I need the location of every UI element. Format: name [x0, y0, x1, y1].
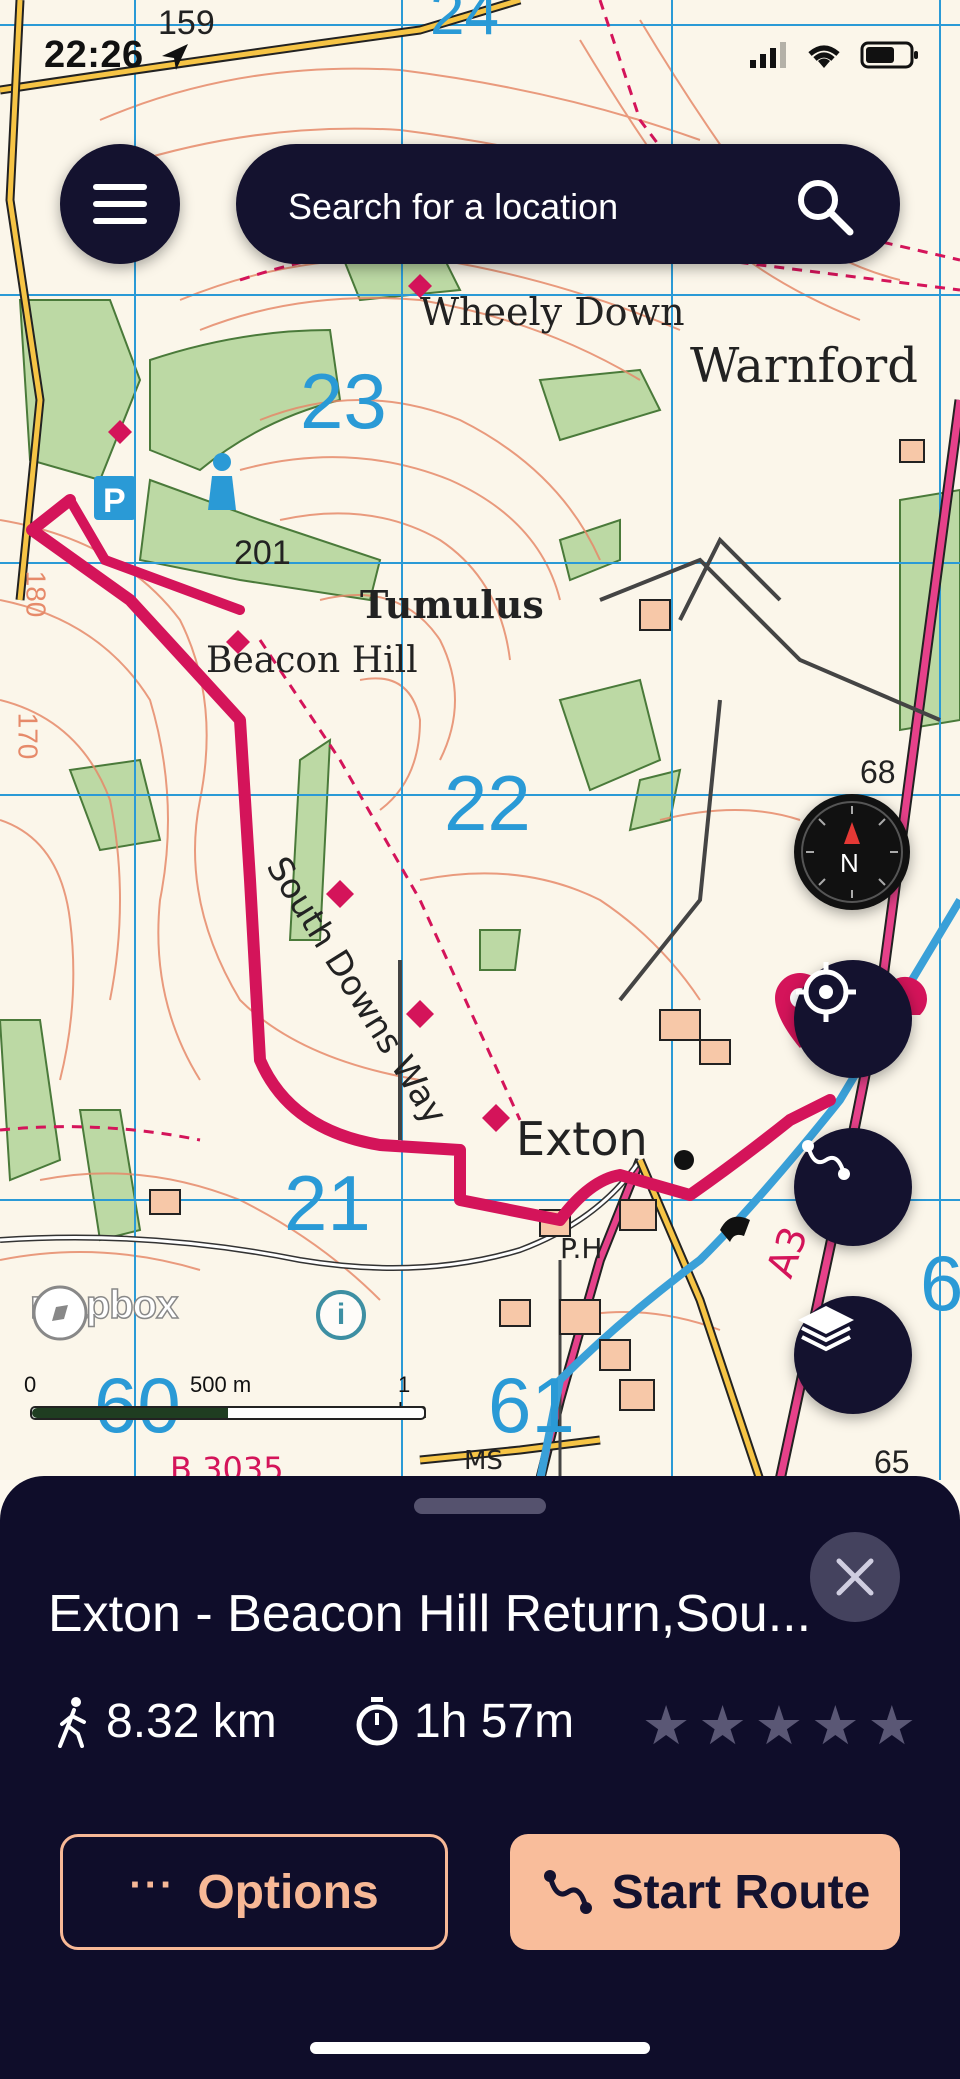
- label-tumulus: Tumulus: [360, 582, 544, 627]
- start-route-button[interactable]: Start Route: [510, 1834, 900, 1950]
- start-route-label: Start Route: [611, 1865, 871, 1919]
- distance-value: 8.32 km: [106, 1695, 277, 1748]
- options-button[interactable]: ··· Options: [60, 1834, 448, 1950]
- layers-icon: [798, 1306, 854, 1352]
- star-icon[interactable]: ★: [811, 1696, 859, 1756]
- grid-number: 62: [920, 1239, 960, 1327]
- route-stats: 8.32 km 1h 57m ★ ★ ★ ★ ★: [56, 1694, 916, 1764]
- crosshair-icon: [796, 962, 856, 1022]
- status-time: 22:26: [44, 34, 144, 76]
- wifi-icon: [808, 45, 840, 68]
- route-icon: [543, 1870, 592, 1914]
- compass-button[interactable]: N: [794, 794, 910, 910]
- compass-label: N: [840, 848, 859, 878]
- duration-value: 1h 57m: [414, 1695, 575, 1748]
- height-label: 68: [860, 754, 896, 790]
- pub-marker: [674, 1150, 694, 1170]
- star-icon[interactable]: ★: [642, 1696, 690, 1756]
- grid-number: 21: [284, 1159, 371, 1247]
- label-ph: P.H: [560, 1232, 603, 1265]
- height-label: 170: [12, 712, 44, 760]
- height-label: 201: [234, 534, 291, 572]
- scale-fill: [32, 1408, 228, 1418]
- status-bar: 22:26: [0, 0, 960, 100]
- grid-number: 22: [444, 759, 531, 847]
- status-icons: [750, 40, 920, 70]
- options-label: Options: [197, 1865, 379, 1919]
- label-exton: Exton: [516, 1112, 648, 1166]
- walking-icon: [58, 1696, 86, 1748]
- battery-icon: [860, 41, 918, 69]
- height-label: 65: [874, 1444, 910, 1480]
- distance-stat: 8.32 km: [56, 1694, 277, 1749]
- star-rating[interactable]: ★ ★ ★ ★ ★: [642, 1696, 916, 1756]
- height-label: 180: [20, 570, 52, 618]
- locate-me-button[interactable]: [794, 960, 912, 1078]
- search-bar[interactable]: Search for a location: [236, 144, 900, 264]
- scale-label-zero: 0: [24, 1372, 37, 1397]
- sheet-drag-handle[interactable]: [414, 1498, 546, 1514]
- svg-text:P: P: [103, 482, 126, 520]
- search-input[interactable]: Search for a location: [288, 186, 618, 228]
- label-beacon-hill: Beacon Hill: [206, 640, 418, 681]
- route-title: Exton - Beacon Hill Return,Sou...: [48, 1585, 812, 1643]
- home-indicator[interactable]: [310, 2042, 650, 2054]
- signal-icon: [750, 42, 786, 68]
- hamburger-icon: [93, 184, 147, 190]
- star-icon[interactable]: ★: [868, 1696, 916, 1756]
- walker-viewpoint-icon: [213, 453, 231, 471]
- scale-label-mid: 500 m: [190, 1372, 252, 1397]
- route-detail-sheet[interactable]: Exton - Beacon Hill Return,Sou... 8.32 k…: [0, 1476, 960, 2079]
- mapbox-logo[interactable]: mapbox: [29, 1282, 179, 1341]
- stopwatch-icon: [356, 1696, 398, 1745]
- label-warnford: Warnford: [690, 338, 918, 394]
- grid-number: 61: [488, 1361, 575, 1449]
- search-icon[interactable]: [792, 174, 856, 238]
- route-view-button[interactable]: [794, 1128, 912, 1246]
- duration-stat: 1h 57m: [354, 1694, 574, 1749]
- attribution-info-button[interactable]: i: [316, 1290, 366, 1340]
- route-icon: [802, 1140, 850, 1180]
- more-dots-icon: ···: [129, 1862, 176, 1907]
- grid-number: 23: [300, 357, 387, 445]
- map-layers-button[interactable]: [794, 1296, 912, 1414]
- menu-button[interactable]: [60, 144, 180, 264]
- scale-track: [30, 1406, 426, 1420]
- star-icon[interactable]: ★: [755, 1696, 803, 1756]
- mapbox-icon: [32, 1285, 88, 1341]
- star-icon[interactable]: ★: [698, 1696, 746, 1756]
- label-wheely-down: Wheely Down: [420, 290, 685, 334]
- location-arrow-icon: [162, 44, 188, 70]
